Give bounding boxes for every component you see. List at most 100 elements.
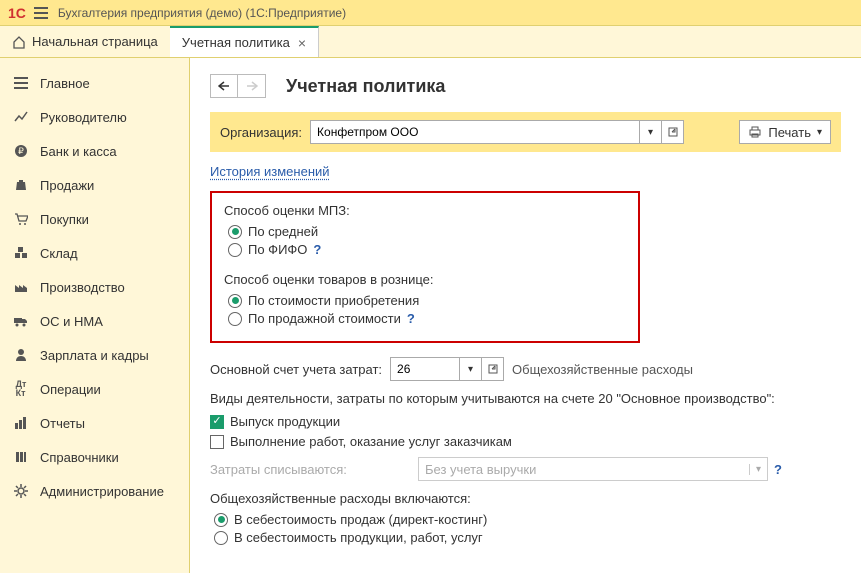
tab-home[interactable]: Начальная страница [0, 26, 170, 57]
radio-overhead-cost[interactable] [214, 531, 228, 545]
open-button[interactable] [482, 357, 504, 381]
radio-label: По ФИФО [248, 242, 307, 257]
print-label: Печать [768, 125, 811, 140]
checkbox-label: Выполнение работ, оказание услуг заказчи… [230, 434, 512, 449]
close-icon[interactable]: × [298, 35, 306, 51]
factory-icon [12, 278, 30, 296]
help-icon[interactable]: ? [313, 242, 321, 257]
sidebar-item-admin[interactable]: Администрирование [0, 474, 189, 508]
person-icon [12, 346, 30, 364]
dropdown-button[interactable]: ▾ [640, 120, 662, 144]
chart-up-icon [12, 108, 30, 126]
sidebar-item-operations[interactable]: ДтКт Операции [0, 372, 189, 406]
radio-overhead-direct[interactable] [214, 513, 228, 527]
books-icon [12, 448, 30, 466]
highlighted-section: Способ оценки МПЗ: По средней По ФИФО ? … [210, 191, 640, 343]
sidebar-item-label: Операции [40, 382, 101, 397]
sidebar-item-label: Продажи [40, 178, 94, 193]
sidebar-item-label: Покупки [40, 212, 89, 227]
open-button[interactable] [662, 120, 684, 144]
organization-input[interactable] [310, 120, 640, 144]
account-input[interactable] [390, 357, 460, 381]
tab-label: Учетная политика [182, 35, 290, 50]
sidebar-item-label: Производство [40, 280, 125, 295]
sidebar-item-label: Отчеты [40, 416, 85, 431]
retail-group-label: Способ оценки товаров в рознице: [224, 272, 626, 287]
forward-button[interactable] [238, 74, 266, 98]
titlebar: 1C Бухгалтерия предприятия (демо) (1С:Пр… [0, 0, 861, 26]
ruble-icon: ₽ [12, 142, 30, 160]
sidebar-item-label: Администрирование [40, 484, 164, 499]
boxes-icon [12, 244, 30, 262]
gear-icon [12, 482, 30, 500]
radio-retail-sale[interactable] [228, 312, 242, 326]
radio-label: По стоимости приобретения [248, 293, 419, 308]
hamburger-icon[interactable] [34, 7, 48, 19]
checkbox-production[interactable] [210, 415, 224, 429]
radio-label: По продажной стоимости [248, 311, 401, 326]
chevron-down-icon: ▾ [749, 464, 761, 475]
dtkt-icon: ДтКт [12, 380, 30, 398]
radio-mpz-average[interactable] [228, 225, 242, 239]
help-icon[interactable]: ? [774, 462, 782, 477]
bars-icon [12, 414, 30, 432]
print-button[interactable]: Печать ▾ [739, 120, 831, 144]
dropdown-button[interactable]: ▾ [460, 357, 482, 381]
sidebar-item-warehouse[interactable]: Склад [0, 236, 189, 270]
sidebar-item-bank[interactable]: ₽ Банк и касса [0, 134, 189, 168]
bag-icon [12, 176, 30, 194]
select-value: Без учета выручки [425, 462, 536, 477]
sidebar-item-production[interactable]: Производство [0, 270, 189, 304]
sidebar-item-manager[interactable]: Руководителю [0, 100, 189, 134]
sidebar-item-label: Банк и касса [40, 144, 117, 159]
organization-row: Организация: ▾ Печать ▾ [210, 112, 841, 152]
radio-retail-cost[interactable] [228, 294, 242, 308]
writeoff-label: Затраты списываются: [210, 462, 410, 477]
content-area: Учетная политика Организация: ▾ Печать ▾… [190, 58, 861, 573]
sidebar-item-label: Зарплата и кадры [40, 348, 149, 363]
tab-home-label: Начальная страница [32, 34, 158, 49]
help-icon[interactable]: ? [407, 311, 415, 326]
truck-icon [12, 312, 30, 330]
account-hint: Общехозяйственные расходы [512, 362, 693, 377]
writeoff-select: Без учета выручки ▾ [418, 457, 768, 481]
sidebar-item-label: Справочники [40, 450, 119, 465]
account-label: Основной счет учета затрат: [210, 362, 382, 377]
home-icon [12, 35, 26, 49]
radio-label: По средней [248, 224, 318, 239]
tabbar: Начальная страница Учетная политика × [0, 26, 861, 58]
sidebar-item-salary[interactable]: Зарплата и кадры [0, 338, 189, 372]
tab-accounting-policy[interactable]: Учетная политика × [170, 26, 319, 57]
history-link[interactable]: История изменений [210, 164, 330, 179]
page-title: Учетная политика [286, 76, 445, 97]
sidebar-item-reports[interactable]: Отчеты [0, 406, 189, 440]
sidebar-item-references[interactable]: Справочники [0, 440, 189, 474]
activities-label: Виды деятельности, затраты по которым уч… [210, 391, 841, 406]
main-area: Главное Руководителю ₽ Банк и касса Прод… [0, 58, 861, 573]
cart-icon [12, 210, 30, 228]
printer-icon [748, 126, 762, 138]
svg-text:₽: ₽ [18, 146, 24, 156]
back-button[interactable] [210, 74, 238, 98]
checkbox-label: Выпуск продукции [230, 414, 340, 429]
nav-buttons [210, 74, 266, 98]
sidebar-item-label: Главное [40, 76, 90, 91]
sidebar-item-assets[interactable]: ОС и НМА [0, 304, 189, 338]
list-icon [12, 74, 30, 92]
sidebar-item-label: ОС и НМА [40, 314, 103, 329]
overhead-label: Общехозяйственные расходы включаются: [210, 491, 841, 506]
radio-label: В себестоимость продукции, работ, услуг [234, 530, 483, 545]
sidebar-item-main[interactable]: Главное [0, 66, 189, 100]
sidebar: Главное Руководителю ₽ Банк и касса Прод… [0, 58, 190, 573]
sidebar-item-sales[interactable]: Продажи [0, 168, 189, 202]
radio-mpz-fifo[interactable] [228, 243, 242, 257]
mpz-group-label: Способ оценки МПЗ: [224, 203, 626, 218]
organization-label: Организация: [220, 125, 302, 140]
sidebar-item-label: Склад [40, 246, 78, 261]
chevron-down-icon: ▾ [817, 127, 822, 138]
sidebar-item-purchases[interactable]: Покупки [0, 202, 189, 236]
sidebar-item-label: Руководителю [40, 110, 127, 125]
radio-label: В себестоимость продаж (директ-костинг) [234, 512, 487, 527]
app-logo: 1C [8, 5, 26, 21]
checkbox-services[interactable] [210, 435, 224, 449]
